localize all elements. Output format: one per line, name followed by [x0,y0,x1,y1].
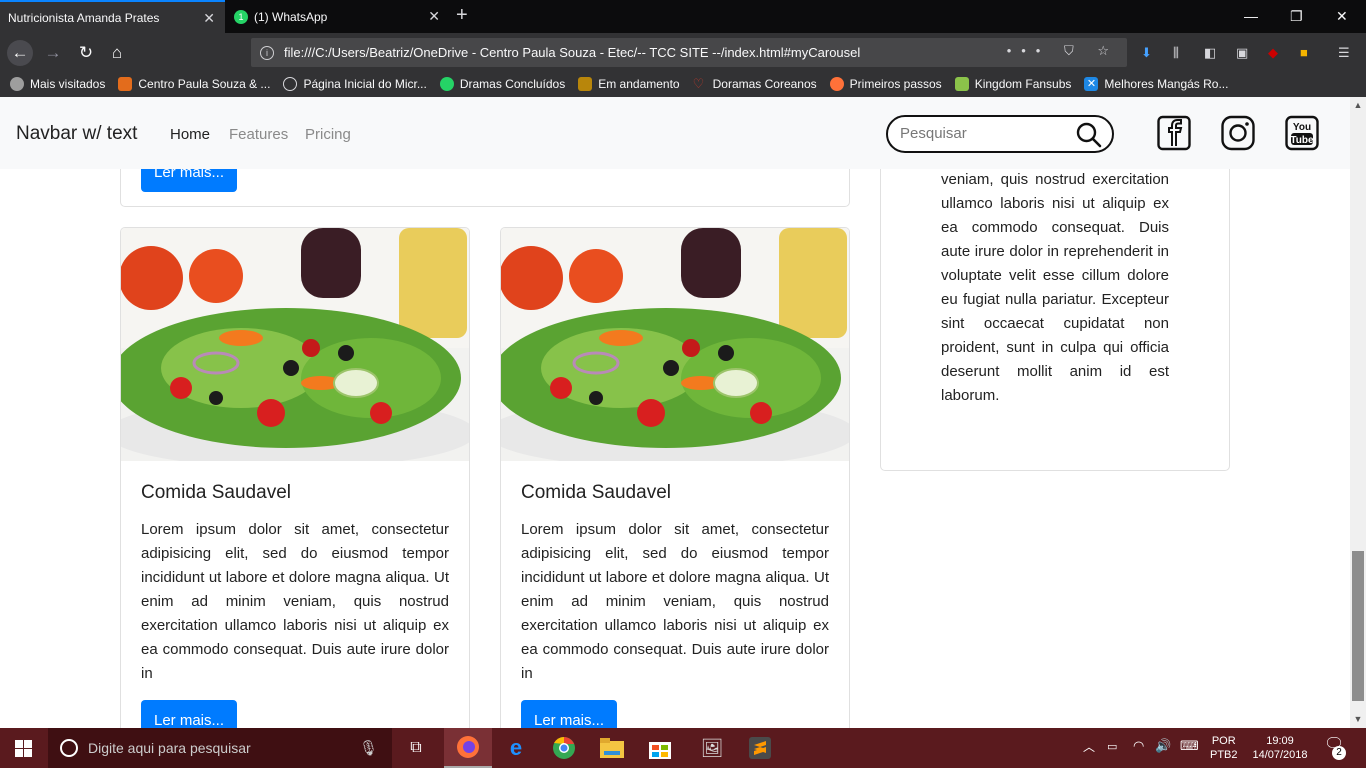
food-card: Comida Saudavel Lorem ipsum dolor sit am… [120,227,470,728]
card-title: Comida Saudavel [521,482,671,503]
nav-pricing[interactable]: Pricing [305,126,351,143]
heart-icon: ♡ [692,76,705,91]
new-tab-icon[interactable]: + [456,4,468,27]
forward-arrow-icon[interactable]: → [40,40,66,66]
minimize-icon[interactable]: — [1244,8,1258,24]
cortana-icon [60,739,78,757]
sidebar-icon[interactable]: ◧ [1204,45,1216,61]
scrollbar-thumb[interactable] [1352,551,1364,701]
bookmark-pagina-inicial[interactable]: Página Inicial do Micr... [283,77,427,91]
search-icon[interactable] [1076,122,1102,148]
instagram-icon[interactable] [1221,115,1255,151]
site-navbar: Navbar w/ text Home Features Pricing You… [0,97,1350,169]
bookmark-em-andamento[interactable]: Em andamento [578,77,680,91]
store-icon[interactable] [636,728,684,768]
bookmark-doramas-coreanos[interactable]: ♡ Doramas Coreanos [692,76,817,92]
keep-icon[interactable]: ■ [1300,45,1308,60]
download-icon[interactable]: ⬇ [1141,45,1152,61]
url-bar[interactable]: i file:///C:/Users/Beatriz/OneDrive - Ce… [251,38,1127,67]
scroll-down-icon[interactable]: ▼ [1350,714,1366,724]
chevron-up-icon[interactable]: ︿ [1083,740,1095,754]
file-explorer-icon[interactable] [588,728,636,768]
firefox-icon [829,77,844,91]
edge-icon[interactable]: e [492,728,540,768]
scroll-up-icon[interactable]: ▲ [1350,100,1366,110]
page-actions[interactable]: ••• ⛉ ☆ [1007,43,1119,59]
close-tab-icon[interactable]: ✕ [203,10,215,27]
notification-count: 2 [1332,746,1346,760]
url-text: file:///C:/Users/Beatriz/OneDrive - Cent… [284,45,861,60]
bookmark-mais-visitados[interactable]: Mais visitados [10,77,105,91]
tab-label: (1) WhatsApp [254,9,328,24]
x-icon: ✕ [1084,77,1099,91]
tab-label: Nutricionista Amanda Prates [8,10,160,25]
navbar-brand[interactable]: Navbar w/ text [16,123,137,145]
cps-icon [118,77,133,91]
browser-toolbar: ← → ↻ ⌂ i file:///C:/Users/Beatriz/OneDr… [0,33,1366,71]
battery-icon[interactable]: ▭ [1107,740,1117,754]
keyboard-icon[interactable]: ⌨ [1180,739,1199,753]
bookmark-centro-paula-souza[interactable]: Centro Paula Souza & ... [118,77,270,91]
aside-text: veniam, quis nostrud exercitation ullamc… [941,171,1169,404]
bookmark-melhores-mangas[interactable]: ✕ Melhores Mangás Ro... [1084,77,1228,91]
tab-whatsapp[interactable]: 1 (1) WhatsApp ✕ [226,0,450,33]
photos-icon[interactable]: 🖼 [688,728,736,768]
nav-home[interactable]: Home [170,126,210,143]
read-more-button[interactable]: Ler mais... [521,700,618,728]
gear-icon [10,77,24,91]
task-view-icon[interactable]: ⧉ [392,728,440,768]
nav-features[interactable]: Features [229,126,288,143]
extension-icon[interactable]: ▣ [1236,45,1248,61]
web-page: Ler mais... veniam, quis nostrud exercit… [0,97,1350,728]
close-tab-icon[interactable]: ✕ [428,8,440,25]
tab-bar: Nutricionista Amanda Prates ✕ 1 (1) What… [0,0,1366,33]
info-icon[interactable]: i [260,45,274,60]
wifi-icon[interactable]: ◠ [1133,739,1144,753]
firefox-icon[interactable] [444,728,492,768]
film-icon [578,77,593,91]
youtube-label-top: You [1293,122,1311,133]
reload-icon[interactable]: ↻ [73,40,99,66]
ublock-icon[interactable]: ◆ [1268,45,1278,61]
bookmarks-bar: Mais visitados Centro Paula Souza & ... … [0,71,1366,97]
card-text: Lorem ipsum dolor sit amet, consectetur … [521,521,829,682]
chat-icon [954,77,969,91]
chrome-icon[interactable] [540,728,588,768]
whatsapp-icon [439,77,454,91]
salad-image [121,228,469,461]
menu-icon[interactable]: ☰ [1338,45,1350,61]
card-title: Comida Saudavel [141,482,291,503]
notifications-icon[interactable]: 🗨 2 [1324,737,1346,760]
volume-icon[interactable]: 🔊 [1155,739,1171,753]
taskbar: Digite aqui para pesquisar 🎙 ⧉ e 🖼 ︿ ▭ ◠… [0,728,1366,768]
language-indicator[interactable]: POR PTB2 [1210,734,1238,762]
search-input[interactable] [900,125,1070,142]
clock[interactable]: 19:09 14/07/2018 [1250,734,1310,762]
globe-icon [283,77,298,91]
search-box [886,115,1114,153]
home-icon[interactable]: ⌂ [104,40,130,66]
microphone-icon[interactable]: 🎙 [359,739,378,757]
back-arrow-icon[interactable]: ← [7,40,33,66]
whatsapp-icon: 1 [234,9,248,24]
restore-icon[interactable]: ❐ [1290,8,1303,25]
salad-image [501,228,849,461]
bookmark-primeiros-passos[interactable]: Primeiros passos [829,77,942,91]
windows-start-icon[interactable] [15,740,32,757]
sublime-text-icon[interactable] [736,728,784,768]
taskbar-search-placeholder: Digite aqui para pesquisar [88,740,251,756]
youtube-icon[interactable]: You Tube [1285,115,1319,151]
taskbar-search[interactable]: Digite aqui para pesquisar 🎙 [48,728,392,768]
bookmark-kingdom-fansubs[interactable]: Kingdom Fansubs [954,77,1071,91]
youtube-label-bottom: Tube [1290,135,1314,146]
food-card: Comida Saudavel Lorem ipsum dolor sit am… [500,227,850,728]
window-close-icon[interactable]: ✕ [1336,8,1348,25]
read-more-button[interactable]: Ler mais... [141,700,238,728]
tab-nutricionista[interactable]: Nutricionista Amanda Prates ✕ [0,0,225,33]
card-text: Lorem ipsum dolor sit amet, consectetur … [141,521,449,682]
page-scrollbar[interactable]: ▲ ▼ [1350,97,1366,728]
bookmark-dramas-concluidos[interactable]: Dramas Concluídos [439,77,565,91]
facebook-icon[interactable] [1157,115,1191,151]
library-icon[interactable]: ⫼ [1173,45,1179,61]
